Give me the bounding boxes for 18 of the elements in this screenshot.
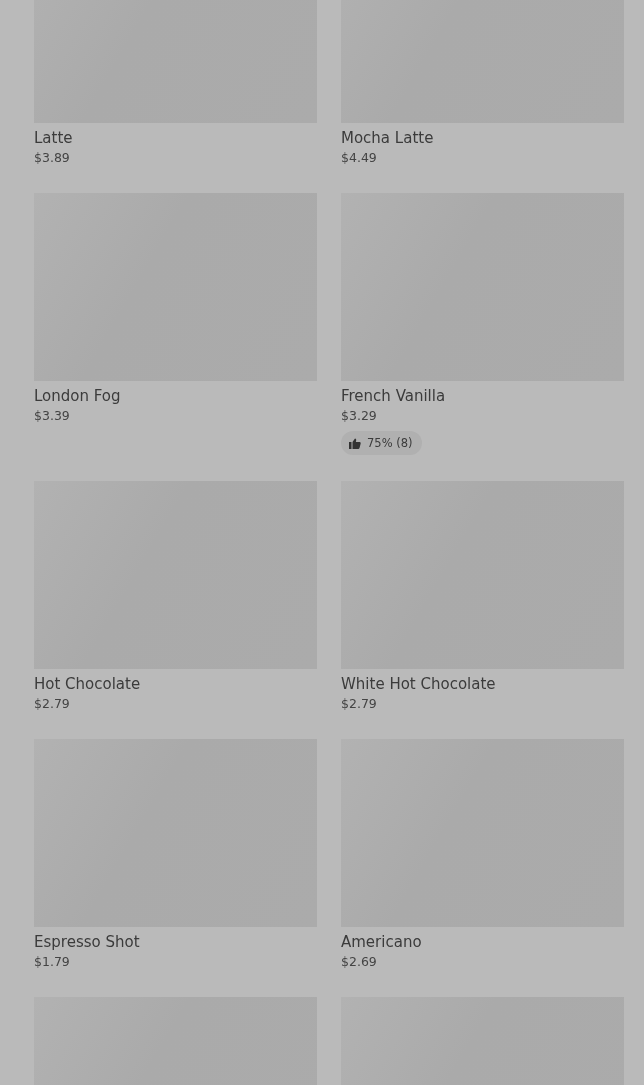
rating-text: 75% (8)	[367, 436, 413, 450]
product-name: London Fog	[34, 386, 121, 407]
thumbs-up-icon	[349, 437, 361, 449]
product-name: Hot Chocolate	[34, 674, 141, 695]
product-name: Latte	[34, 128, 73, 149]
product-name: Mocha Latte	[341, 128, 434, 149]
product-price: $2.79	[341, 695, 377, 713]
product-price: $3.89	[34, 149, 70, 167]
product-name: White Hot Chocolate	[341, 674, 496, 695]
product-price: $4.49	[341, 149, 377, 167]
product-name: Americano	[341, 932, 422, 953]
product-price: $2.79	[34, 695, 70, 713]
product-price: $2.69	[341, 953, 377, 971]
product-price: $1.79	[34, 953, 70, 971]
product-price: $3.39	[34, 407, 70, 425]
product-price: $3.29	[341, 407, 377, 425]
product-name: Espresso Shot	[34, 932, 140, 953]
product-name: French Vanilla	[341, 386, 446, 407]
